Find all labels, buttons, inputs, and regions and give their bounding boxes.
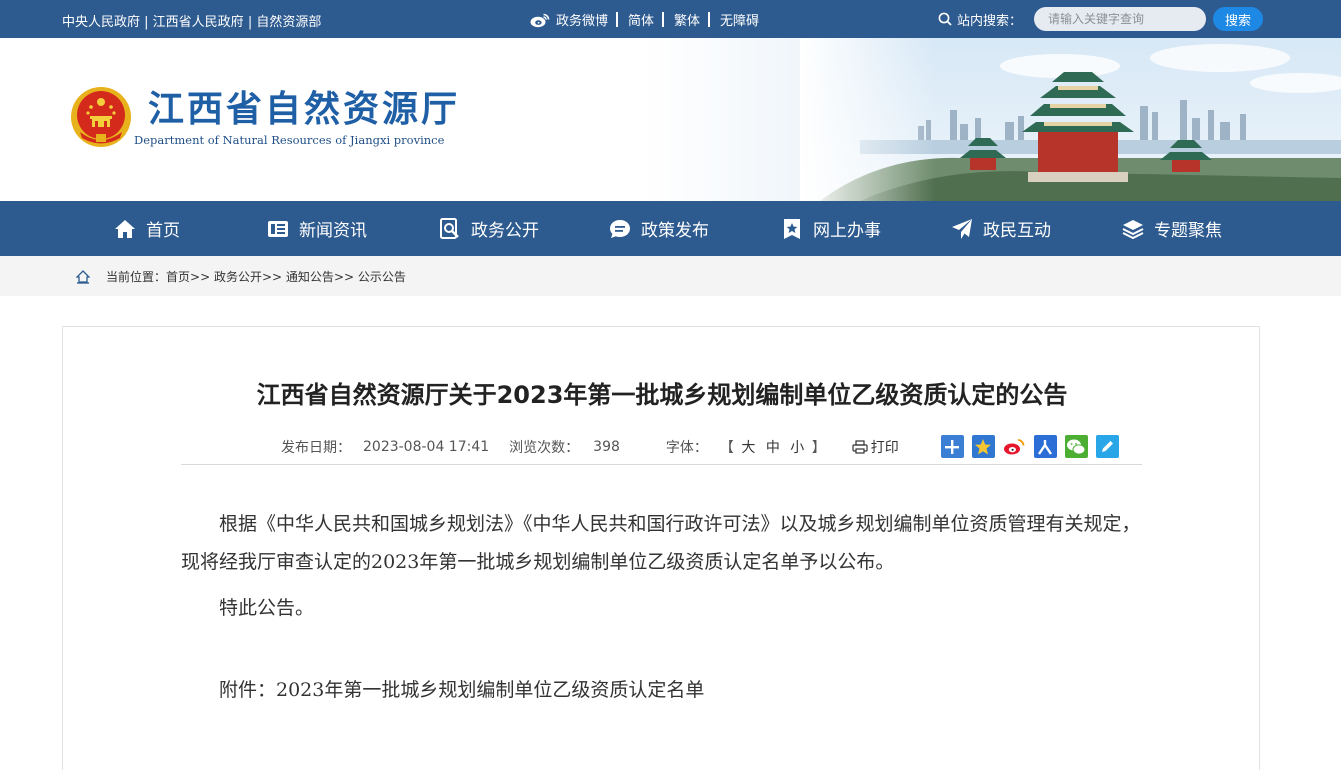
site-title[interactable]: 江西省自然资源厅 <box>148 80 460 132</box>
nav-label: 政务公开 <box>471 221 539 241</box>
share-bar <box>940 435 1127 458</box>
plus-share-icon[interactable] <box>940 435 964 458</box>
breadcrumb-sep: >> <box>333 269 355 284</box>
nav-label: 新闻资讯 <box>299 221 367 241</box>
nav-online-service[interactable]: 网上办事 <box>781 201 881 256</box>
traditional-link[interactable]: 繁体 <box>674 10 700 29</box>
divider <box>616 12 619 27</box>
print-button[interactable]: 打印 <box>852 437 899 457</box>
search-icon <box>938 12 952 26</box>
attachment-link[interactable]: 附件：2023年第一批城乡规划编制单位乙级资质认定名单 <box>181 671 1142 709</box>
printer-icon <box>852 439 868 454</box>
nav-label: 网上办事 <box>813 221 881 241</box>
paper-plane-icon <box>952 218 972 239</box>
site-search: 站内搜索： 搜索 <box>938 7 1264 31</box>
site-header: 江西省自然资源厅 Department of Natural Resources… <box>0 38 1341 201</box>
article-panel: 江西省自然资源厅关于2023年第一批城乡规划编制单位乙级资质认定的公告 发布日期… <box>62 326 1260 770</box>
article-paragraph: 根据《中华人民共和国城乡规划法》《中华人民共和国行政许可法》以及城乡规划编制单位… <box>181 513 1141 573</box>
top-bar: 中央人民政府 | 江西省人民政府 | 自然资源部 政务微博 简体 繁体 无障碍 … <box>0 0 1341 38</box>
search-input[interactable] <box>1034 7 1207 31</box>
breadcrumb-home[interactable]: 首页 <box>166 268 190 285</box>
layers-icon <box>1122 219 1144 239</box>
breadcrumb-prefix: 当前位置： <box>106 270 167 284</box>
font-size-switch: 【 大 中 小 】 <box>720 437 826 457</box>
people-share-icon[interactable] <box>1033 435 1057 458</box>
gov-links: 中央人民政府 | 江西省人民政府 | 自然资源部 <box>62 11 321 30</box>
breadcrumb: 当前位置： 首页 >> 政务公开 >> 通知公告 >> 公示公告 <box>0 256 1341 296</box>
article-paragraph: 特此公告。 <box>219 597 315 619</box>
font-size-label: 字体： <box>665 439 708 456</box>
wechat-share-icon[interactable] <box>1064 435 1088 458</box>
weibo-label: 政务微博 <box>556 14 609 29</box>
home-icon <box>115 219 135 238</box>
link-jiangxi-gov[interactable]: 江西省人民政府 <box>153 15 244 30</box>
breadcrumb-sep: >> <box>261 269 283 284</box>
bracket-close: 】 <box>811 439 826 456</box>
main-nav: 首页 新闻资讯 政务公开 政策发布 网上办事 政民互动 专题聚焦 <box>0 201 1341 256</box>
views-label: 浏览次数： <box>509 439 580 456</box>
font-large-button[interactable]: 大 <box>741 440 755 456</box>
views-count: 398 <box>593 438 620 455</box>
weibo-link[interactable]: 政务微博 <box>530 10 608 29</box>
nav-policy[interactable]: 政策发布 <box>609 201 709 256</box>
nav-news[interactable]: 新闻资讯 <box>267 201 367 256</box>
breadcrumb-sep: >> <box>190 269 211 284</box>
nav-home[interactable]: 首页 <box>114 201 180 256</box>
location-home-icon <box>76 269 90 284</box>
publish-date: 2023-08-04 17:41 <box>363 438 490 455</box>
date-label: 发布日期： <box>281 439 351 456</box>
nav-interaction[interactable]: 政民互动 <box>951 201 1051 256</box>
search-doc-icon <box>440 217 459 239</box>
edit-share-icon[interactable] <box>1095 435 1119 458</box>
star-share-icon[interactable] <box>971 435 995 458</box>
national-emblem-logo <box>71 87 131 147</box>
divider <box>708 12 711 27</box>
font-small-button[interactable]: 小 <box>790 440 804 456</box>
breadcrumb-open-gov[interactable]: 政务公开 <box>214 268 262 285</box>
nav-special-topics[interactable]: 专题聚焦 <box>1122 201 1222 256</box>
title-divider <box>181 464 1142 465</box>
link-central-gov[interactable]: 中央人民政府 <box>62 15 140 30</box>
weibo-icon <box>530 13 550 27</box>
nav-open-gov[interactable]: 政务公开 <box>439 201 539 256</box>
search-label: 站内搜索： <box>957 13 1023 29</box>
weibo-share-icon[interactable] <box>1002 435 1026 458</box>
link-ministry[interactable]: 自然资源部 <box>256 15 321 30</box>
article-body: 根据《中华人民共和国城乡规划法》《中华人民共和国行政许可法》以及城乡规划编制单位… <box>181 505 1142 709</box>
pavilion-banner-image <box>800 38 1341 201</box>
link-separator: | <box>140 15 153 30</box>
bracket-open: 【 <box>719 439 734 456</box>
link-separator: | <box>243 15 257 30</box>
breadcrumb-notices[interactable]: 通知公告 <box>286 268 334 285</box>
top-tools: 政务微博 简体 繁体 无障碍 <box>530 10 759 29</box>
divider <box>662 12 665 27</box>
bookmark-star-icon <box>784 218 800 239</box>
news-icon <box>268 220 288 237</box>
site-subtitle: Department of Natural Resources of Jiang… <box>134 133 445 147</box>
font-medium-button[interactable]: 中 <box>766 440 780 456</box>
accessible-link[interactable]: 无障碍 <box>720 10 759 29</box>
chat-icon <box>610 219 630 238</box>
nav-label: 专题聚焦 <box>1154 221 1222 241</box>
article-meta: 发布日期： 2023-08-04 17:41 浏览次数： 398 字体： 【 大… <box>281 435 1127 458</box>
simplified-link[interactable]: 简体 <box>628 10 654 29</box>
nav-label: 首页 <box>146 221 180 241</box>
breadcrumb-announcements[interactable]: 公示公告 <box>358 268 406 285</box>
print-label: 打印 <box>870 439 899 456</box>
article-title: 江西省自然资源厅关于2023年第一批城乡规划编制单位乙级资质认定的公告 <box>256 381 1068 409</box>
nav-label: 政民互动 <box>983 221 1051 241</box>
nav-label: 政策发布 <box>641 221 709 241</box>
search-button[interactable]: 搜索 <box>1213 7 1264 31</box>
